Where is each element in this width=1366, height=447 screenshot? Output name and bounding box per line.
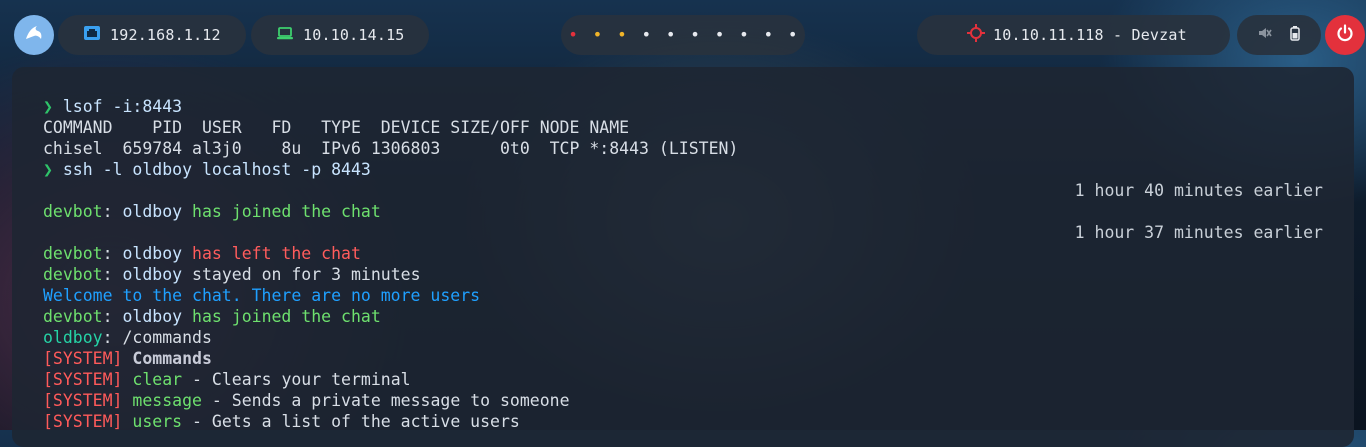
- top-bar: 192.168.1.12 10.10.14.15 • • • • • • • •…: [0, 15, 1366, 55]
- workspace-dot[interactable]: •: [756, 27, 780, 43]
- battery-icon[interactable]: [1290, 25, 1300, 45]
- chat-line: devbot: oldboy has left the chat: [43, 243, 1333, 264]
- welcome-message: Welcome to the chat. There are no more u…: [43, 286, 481, 305]
- workspace-switcher[interactable]: • • • • • • • • • •: [561, 15, 805, 55]
- mute-icon[interactable]: [1258, 26, 1272, 44]
- username: oldboy: [122, 265, 183, 284]
- sender-name: devbot: [43, 244, 103, 263]
- workspace-dot[interactable]: •: [683, 27, 707, 43]
- sender-name: devbot: [43, 307, 103, 326]
- message-text: has joined the chat: [192, 202, 381, 221]
- terminal-line: ❯ ssh -l oldboy localhost -p 8443: [43, 159, 1333, 180]
- message-text: stayed on for 3 minutes: [192, 265, 421, 284]
- workspace-dot[interactable]: •: [659, 27, 683, 43]
- target-widget[interactable]: 10.10.11.118 - Devzat: [917, 15, 1230, 55]
- message-text: has left the chat: [192, 244, 361, 263]
- chat-line: devbot: oldboy has joined the chat: [43, 201, 1333, 222]
- command-name: users: [132, 412, 183, 431]
- command-name: message: [132, 391, 202, 410]
- prompt-symbol: ❯: [43, 97, 53, 116]
- workspace-dot[interactable]: •: [781, 27, 805, 43]
- chat-line: devbot: oldboy stayed on for 3 minutes: [43, 264, 1333, 285]
- command-description: Sends a private message to someone: [231, 391, 570, 410]
- colon: :: [102, 202, 113, 221]
- target-text: 10.10.11.118 - Devzat: [993, 26, 1187, 44]
- separator-dash: -: [211, 391, 222, 410]
- timestamp: 1 hour 37 minutes earlier: [1074, 223, 1323, 242]
- workspace-dot[interactable]: •: [732, 27, 756, 43]
- lsof-row: chisel 659784 al3j0 8u IPv6 1306803 0t0 …: [43, 139, 739, 158]
- laptop-icon: [277, 26, 293, 44]
- sender-name: oldboy: [43, 328, 103, 347]
- bird-icon: [22, 21, 46, 49]
- command-description: Gets a list of the active users: [211, 412, 520, 431]
- chat-line: oldboy: /commands: [43, 327, 1333, 348]
- system-line: [SYSTEM] clear - Clears your terminal: [43, 369, 1333, 390]
- command-text: lsof -i:8443: [62, 97, 183, 116]
- chat-line: devbot: oldboy has joined the chat: [43, 306, 1333, 327]
- message-text: has joined the chat: [192, 307, 381, 326]
- workspace-dot[interactable]: •: [610, 27, 634, 43]
- message-text: /commands: [122, 328, 212, 347]
- network-icon: [84, 26, 100, 44]
- terminal-output: ❯ lsof -i:8443 COMMAND PID USER FD TYPE …: [43, 96, 1333, 432]
- username: oldboy: [122, 244, 183, 263]
- vpn-ip-widget[interactable]: 10.10.14.15: [251, 15, 429, 55]
- commands-title: Commands: [132, 349, 212, 368]
- workspace-dot[interactable]: •: [707, 27, 731, 43]
- local-ip-widget[interactable]: 192.168.1.12: [58, 15, 246, 55]
- terminal-line: 1 hour 40 minutes earlier: [43, 180, 1333, 201]
- system-line: [SYSTEM] message - Sends a private messa…: [43, 390, 1333, 411]
- crosshair-icon: [967, 24, 985, 46]
- prompt-symbol: ❯: [43, 160, 53, 179]
- system-line: [SYSTEM] Commands: [43, 348, 1333, 369]
- vpn-ip-text: 10.10.14.15: [303, 26, 405, 44]
- command-name: clear: [132, 370, 183, 389]
- sender-name: devbot: [43, 265, 103, 284]
- colon: :: [102, 265, 113, 284]
- separator-dash: -: [192, 412, 202, 431]
- system-tray: [1237, 15, 1321, 55]
- terminal-line: ❯ lsof -i:8443: [43, 96, 1333, 117]
- sender-name: devbot: [43, 202, 103, 221]
- workspace-dot[interactable]: •: [634, 27, 658, 43]
- system-tag: [SYSTEM]: [43, 412, 123, 431]
- workspace-dot[interactable]: •: [585, 27, 609, 43]
- system-tag: [SYSTEM]: [43, 391, 123, 410]
- colon: :: [102, 328, 113, 347]
- power-button[interactable]: [1325, 15, 1365, 55]
- system-tag: [SYSTEM]: [43, 349, 123, 368]
- command-description: Clears your terminal: [211, 370, 411, 389]
- timestamp: 1 hour 40 minutes earlier: [1074, 181, 1323, 200]
- colon: :: [102, 307, 113, 326]
- lsof-header: COMMAND PID USER FD TYPE DEVICE SIZE/OFF…: [43, 118, 630, 137]
- separator-dash: -: [192, 370, 202, 389]
- colon: :: [102, 244, 113, 263]
- power-icon: [1336, 24, 1354, 46]
- username: oldboy: [122, 202, 183, 221]
- terminal-line: 1 hour 37 minutes earlier: [43, 222, 1333, 243]
- command-text: ssh -l oldboy localhost -p 8443: [62, 160, 371, 179]
- system-tag: [SYSTEM]: [43, 370, 123, 389]
- launcher-button[interactable]: [14, 15, 54, 55]
- username: oldboy: [122, 307, 183, 326]
- workspace-dot[interactable]: •: [561, 27, 585, 43]
- system-line: [SYSTEM] users - Gets a list of the acti…: [43, 411, 1333, 432]
- local-ip-text: 192.168.1.12: [110, 26, 221, 44]
